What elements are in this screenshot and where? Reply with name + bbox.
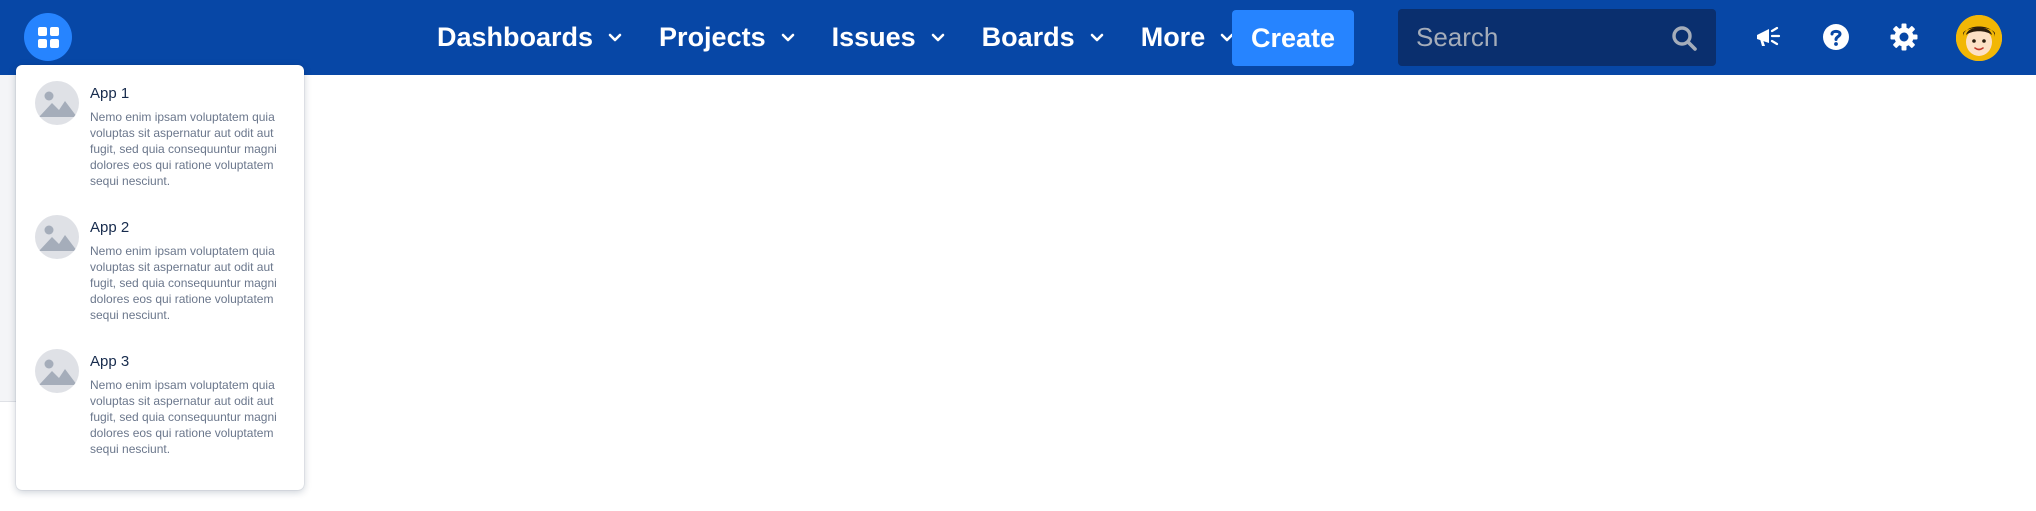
- app-menu-item-title: App 3: [90, 353, 130, 370]
- app-menu-item-title: App 2: [90, 219, 130, 236]
- app-menu-item[interactable]: App 2 Nemo enim ipsam voluptatem quia vo…: [16, 199, 304, 327]
- profile-avatar-icon: [1956, 15, 2002, 61]
- chevron-down-icon: [931, 33, 944, 41]
- nav-projects[interactable]: Projects: [659, 22, 796, 53]
- avatar[interactable]: [1956, 15, 2002, 61]
- nav-projects-label: Projects: [659, 22, 766, 52]
- page-side-strip: [0, 75, 16, 401]
- app-menu-item-description: Nemo enim ipsam voluptatem quia voluptas…: [90, 378, 277, 456]
- app-switcher-icon: [37, 26, 59, 48]
- nav-boards-label: Boards: [981, 22, 1075, 52]
- app-menu-item-description: Nemo enim ipsam voluptatem quia voluptas…: [90, 244, 277, 322]
- app-menu-item[interactable]: App 1 Nemo enim ipsam voluptatem quia vo…: [16, 65, 304, 193]
- megaphone-icon: [1757, 26, 1781, 46]
- app-menu-item[interactable]: App 3 Nemo enim ipsam voluptatem quia vo…: [16, 333, 304, 461]
- settings-button[interactable]: [1886, 19, 1922, 55]
- nav-issues[interactable]: Issues: [832, 22, 946, 53]
- nav-dashboards-label: Dashboards: [437, 22, 594, 52]
- app-menu-item-description: Nemo enim ipsam voluptatem quia voluptas…: [90, 110, 277, 188]
- nav-boards[interactable]: Boards: [982, 22, 1105, 53]
- search-input[interactable]: [1398, 9, 1658, 66]
- search-icon[interactable]: [1670, 24, 1698, 52]
- help-button[interactable]: [1818, 19, 1854, 55]
- chevron-down-icon: [781, 33, 794, 41]
- image-placeholder-icon: [35, 349, 79, 393]
- gear-icon: [1890, 23, 1918, 51]
- chevron-down-icon: [608, 33, 622, 41]
- image-placeholder-icon: [35, 81, 79, 125]
- nav-more-label: More: [1140, 22, 1206, 52]
- nav-more[interactable]: More: [1141, 22, 1236, 53]
- app-switcher-button[interactable]: [24, 13, 72, 61]
- app-menu-item-title: App 1: [90, 85, 130, 102]
- create-button[interactable]: Create: [1232, 10, 1354, 66]
- notifications-button[interactable]: [1750, 19, 1786, 55]
- top-navigation-bar: Dashboards Projects Issues Boards More C…: [0, 0, 2036, 75]
- search-box: [1398, 9, 1716, 66]
- nav-dashboards[interactable]: Dashboards: [437, 22, 623, 53]
- chevron-down-icon: [1090, 33, 1104, 41]
- app-switcher-menu: App 1 Nemo enim ipsam voluptatem quia vo…: [16, 65, 304, 490]
- primary-nav: Dashboards Projects Issues Boards More: [437, 0, 1271, 75]
- nav-issues-label: Issues: [831, 22, 916, 52]
- image-placeholder-icon: [35, 215, 79, 259]
- help-icon: [1823, 24, 1849, 50]
- divider: [0, 401, 16, 402]
